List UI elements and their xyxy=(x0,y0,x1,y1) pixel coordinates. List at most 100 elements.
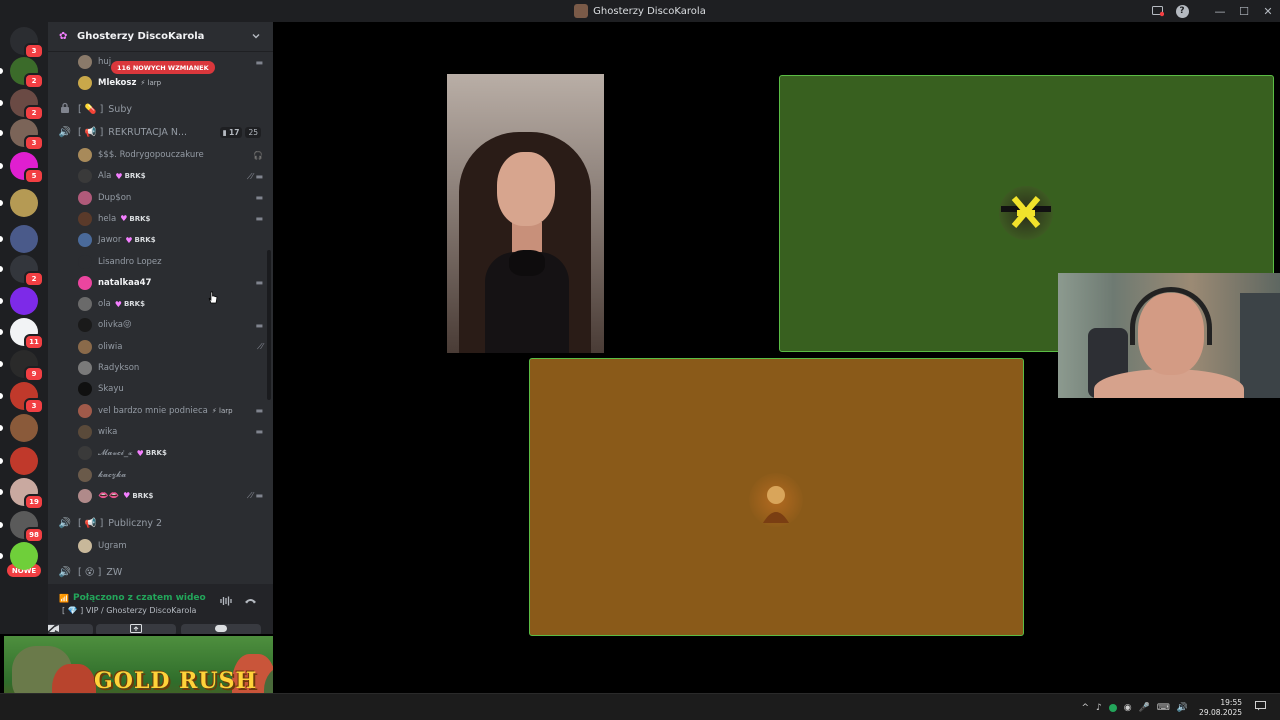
channel-counts: ▮ 17 25 xyxy=(219,126,261,138)
close-button[interactable]: ✕ xyxy=(1256,0,1280,22)
voice-user[interactable]: Ugram xyxy=(78,536,263,556)
unread-pip xyxy=(0,68,3,74)
server-icon[interactable] xyxy=(10,542,38,570)
voice-user[interactable]: hela ♥ BRK$ ▬ xyxy=(78,209,263,229)
screen-share-button[interactable] xyxy=(96,624,176,634)
boost-icon: ✿ xyxy=(59,31,68,42)
video-tile-portrait[interactable] xyxy=(447,74,604,353)
server-rail: NOWE 3 2 2 3 5 2 11 9 3 19 98 xyxy=(0,22,48,634)
avatar xyxy=(78,169,92,184)
deafened-icon: 🎧 xyxy=(253,150,263,160)
user-name: 𝓜𝓪𝓿𝓬𝓲_𝔁 xyxy=(98,448,133,459)
maximize-button[interactable]: ☐ xyxy=(1232,0,1256,22)
inbox-icon[interactable] xyxy=(1146,0,1170,22)
voice-user[interactable]: wika ▬ xyxy=(78,422,263,442)
avatar xyxy=(78,275,92,290)
voice-user[interactable]: Dup$on ▬ xyxy=(78,188,263,208)
avatar xyxy=(78,318,92,333)
mention-badge: 11 xyxy=(24,334,44,350)
notifications-icon[interactable] xyxy=(1255,701,1266,714)
tag-label: BRK$ xyxy=(124,172,146,181)
voice-user[interactable]: olivka😝 ▬ xyxy=(78,315,263,335)
mention-badge: 2 xyxy=(24,73,44,89)
help-icon[interactable]: ? xyxy=(1170,0,1194,22)
voice-user[interactable]: Lisandro Lopez xyxy=(78,252,263,272)
tray-status-icon[interactable] xyxy=(1108,703,1117,712)
user-name: natalkaa47 xyxy=(98,277,152,288)
title-bar: Ghosterzy DiscoKarola ? — ☐ ✕ xyxy=(0,0,1280,22)
heart-icon: ♥ xyxy=(123,491,131,501)
tag-label: BRK$ xyxy=(123,300,145,309)
unread-pip xyxy=(0,489,3,495)
server-icon[interactable] xyxy=(10,189,38,217)
voice-user[interactable]: 𝓜𝓪𝓿𝓬𝓲_𝔁 ♥ BRK$ xyxy=(78,443,263,463)
unread-pip xyxy=(0,130,3,136)
volume-icon[interactable]: 🔊 xyxy=(1177,703,1188,713)
heart-icon: ♥ xyxy=(114,299,122,309)
microphone-icon[interactable]: 🎤 xyxy=(1139,703,1150,713)
voice-user[interactable]: Radykson xyxy=(78,358,263,378)
voice-user[interactable]: Ala ♥ BRK$ ⁄̸ ▬ xyxy=(78,166,263,186)
tray-discord-icon[interactable]: ◉ xyxy=(1124,703,1132,713)
unread-pip xyxy=(0,458,3,464)
server-icon[interactable] xyxy=(10,287,38,315)
sidebar-scrollbar[interactable] xyxy=(267,250,271,400)
avatar xyxy=(78,233,92,248)
mouse-cursor-icon xyxy=(208,291,218,304)
user-tag: ⚡ larp xyxy=(212,407,233,415)
camera-button[interactable] xyxy=(48,624,93,634)
avatar xyxy=(78,488,92,503)
video-icon: ▬ xyxy=(255,57,263,67)
mention-badge: 2 xyxy=(24,271,44,287)
voice-action-buttons xyxy=(48,624,273,634)
voice-user[interactable]: oliwia ⁄̸ xyxy=(78,337,263,357)
video-icon: ▬ xyxy=(255,214,263,224)
voice-location[interactable]: [ 💎 ] VIP / Ghosterzy DiscoKarola xyxy=(62,606,196,615)
server-icon[interactable] xyxy=(10,225,38,253)
tray-app-icon[interactable]: ♪ xyxy=(1096,703,1102,713)
voice-user[interactable]: natalkaa47 ▬ xyxy=(78,273,263,293)
noise-suppression-icon[interactable] xyxy=(220,596,232,609)
system-tray: ^ ♪ ◉ 🎤 ⌨ 🔊 19:55 29.08.2025 xyxy=(1081,694,1266,720)
minimize-button[interactable]: — xyxy=(1208,0,1232,22)
user-tag: ♥ BRK$ xyxy=(115,172,145,181)
voice-user[interactable]: 𝓴𝓪𝓬𝔃𝓴𝓪 xyxy=(78,465,263,485)
new-mentions-pill[interactable]: 116 NOWYCH WZMIANEK xyxy=(111,61,215,74)
server-icon[interactable] xyxy=(10,447,38,475)
participant-avatar xyxy=(999,186,1053,240)
clock[interactable]: 19:55 29.08.2025 xyxy=(1199,698,1242,718)
channel-zw[interactable]: 🔊 [ 😵 ] ZW xyxy=(58,562,263,582)
activities-button[interactable] xyxy=(181,624,261,634)
unread-pip xyxy=(0,553,3,559)
lock-icon xyxy=(58,102,72,116)
voice-user[interactable]: Skayu xyxy=(78,379,263,399)
disconnect-icon[interactable] xyxy=(244,596,257,608)
title-bar-controls: ? — ☐ ✕ xyxy=(1146,0,1280,22)
unread-pip xyxy=(0,393,3,399)
video-tile-speaking-orange[interactable] xyxy=(529,358,1024,636)
channel-suby[interactable]: [ 💊 ] Suby xyxy=(58,99,263,119)
heart-icon: ♥ xyxy=(120,214,128,224)
channel-rekrutacja[interactable]: 🔊 [ 📢 ] REKRUTACJA N... ▮ 17 25 xyxy=(58,122,263,142)
voice-user[interactable]: ola ♥ BRK$ xyxy=(78,294,263,314)
avatar xyxy=(78,297,92,312)
video-icon: ▬ xyxy=(255,193,263,203)
voice-user[interactable]: Mlekosz ⚡ larp xyxy=(78,73,263,93)
user-name: vel bardzo mnie podnieca xyxy=(98,405,208,416)
voice-user[interactable]: $$$. Rodrygopouczakure 🎧 xyxy=(78,145,263,165)
voice-user[interactable]: 👄👄 ♥ BRK$ ⁄̸ ▬ xyxy=(78,486,263,506)
muted-icon: ⁄̸ ▬ xyxy=(251,491,263,501)
video-icon: ▬ xyxy=(255,427,263,437)
avatar xyxy=(78,539,92,553)
user-tag: ♥ BRK$ xyxy=(125,236,155,245)
tray-chevron-up-icon[interactable]: ^ xyxy=(1081,703,1089,713)
network-icon[interactable]: ⌨ xyxy=(1157,703,1170,713)
voice-user[interactable]: vel bardzo mnie podnieca ⚡ larp ▬ xyxy=(78,401,263,421)
server-icon[interactable] xyxy=(10,414,38,442)
channel-publiczny-2[interactable]: 🔊 [ 📢 ] Publiczny 2 xyxy=(58,513,263,533)
avatar xyxy=(78,446,92,461)
heart-icon: ♥ xyxy=(136,448,144,458)
server-header[interactable]: ✿ Ghosterzy DiscoKarola xyxy=(48,22,273,52)
voice-user[interactable]: Jawor ♥ BRK$ xyxy=(78,230,263,250)
headset xyxy=(1130,287,1212,345)
